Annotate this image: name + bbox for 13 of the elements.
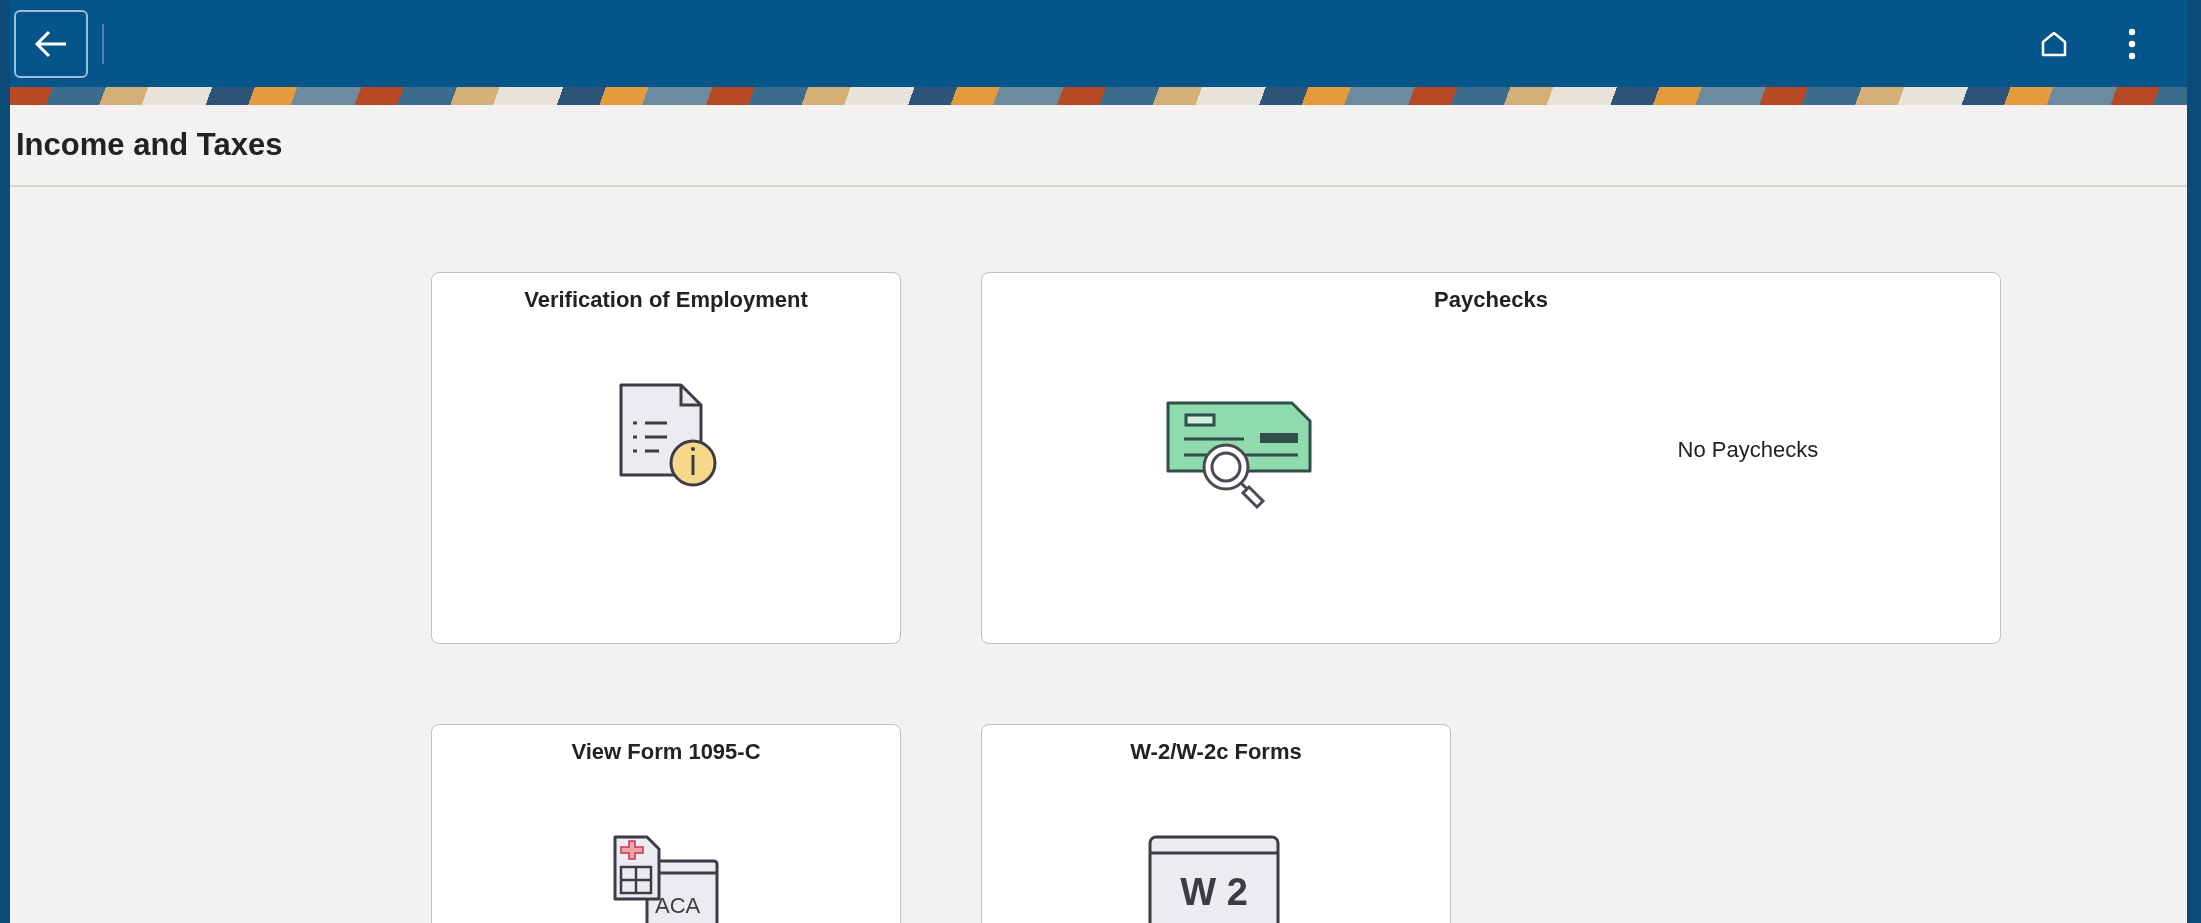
- tile-card[interactable]: Paychecks No Paychecks: [981, 272, 2001, 644]
- tile-title: W-2/W-2c Forms: [1129, 738, 1303, 765]
- tile-title: View Form 1095-C: [570, 738, 762, 765]
- tile-card[interactable]: View Form 1095-C ACA: [431, 724, 901, 923]
- page-title: Income and Taxes: [16, 127, 283, 163]
- tile-card[interactable]: W-2/W-2c Forms W 2: [981, 724, 1451, 923]
- back-button[interactable]: [14, 9, 88, 78]
- back-arrow-icon: [33, 28, 69, 59]
- more-options-icon[interactable]: [2127, 27, 2137, 60]
- tile-title: Verification of Employment: [523, 286, 809, 313]
- tile-title: Paychecks: [1433, 286, 1549, 313]
- tile-message: No Paychecks: [1677, 437, 1819, 463]
- tile-card[interactable]: Verification of Employment: [431, 272, 901, 644]
